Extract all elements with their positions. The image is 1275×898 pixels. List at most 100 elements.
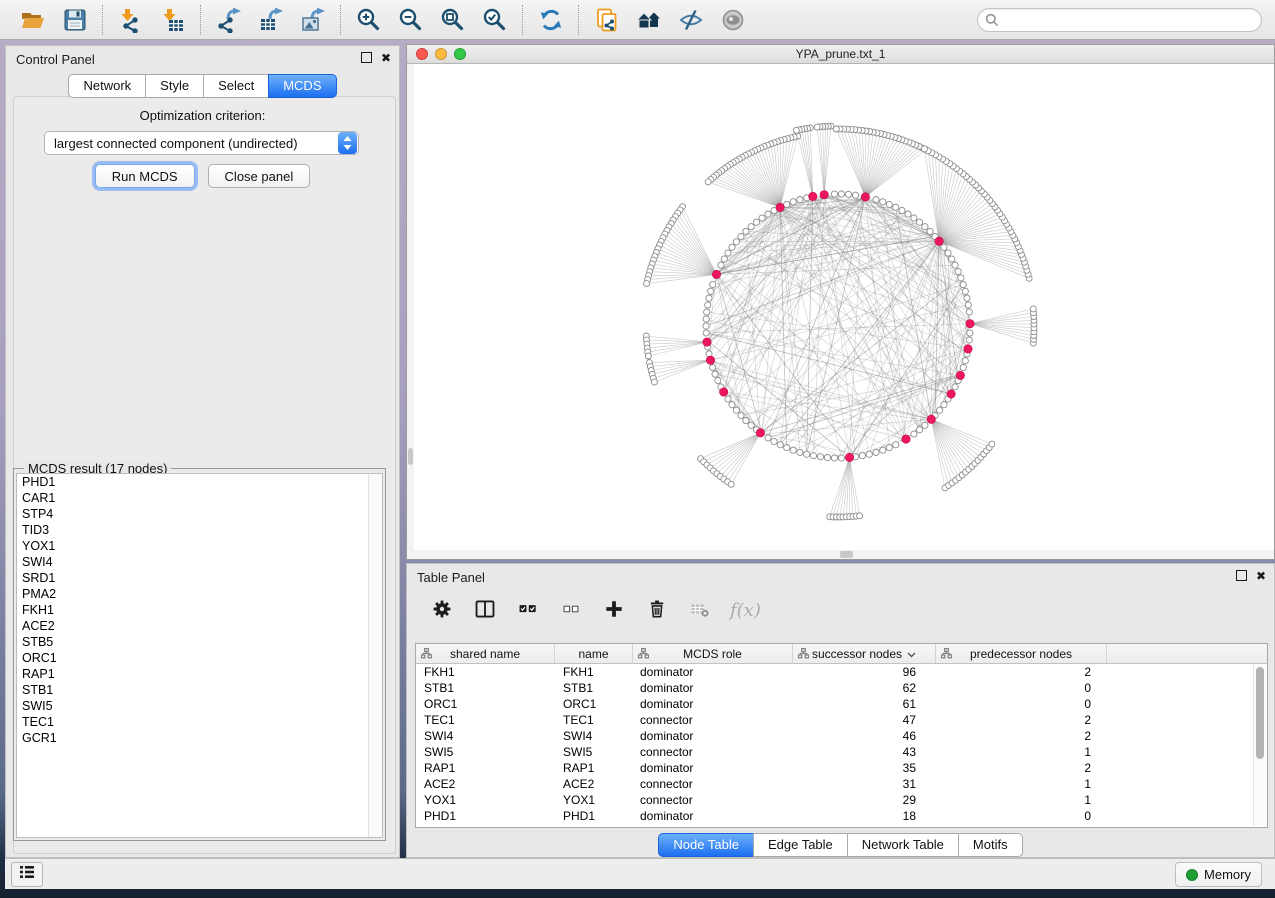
tab-motifs[interactable]: Motifs [958,833,1023,857]
network-node[interactable] [797,197,803,203]
network-node[interactable] [911,431,917,437]
network-node[interactable] [777,442,783,448]
network-node[interactable] [1030,306,1036,312]
mcds-hub-node[interactable] [845,453,853,461]
mcds-hub-node[interactable] [820,191,828,199]
zoom-out-button[interactable] [396,5,426,35]
table-row[interactable]: TEC1TEC1connector472 [416,712,1267,728]
network-node[interactable] [804,451,810,457]
network-node[interactable] [880,447,886,453]
network-node[interactable] [967,330,973,336]
network-node[interactable] [960,281,966,287]
table-row[interactable]: RAP1RAP1dominator352 [416,760,1267,776]
zoom-fit-button[interactable] [438,5,468,35]
network-node[interactable] [703,323,709,329]
network-node[interactable] [710,364,716,370]
network-node[interactable] [817,454,823,460]
network-node[interactable] [645,353,651,359]
network-node[interactable] [958,275,964,281]
network-node[interactable] [708,288,714,294]
network-node[interactable] [705,179,711,185]
network-node[interactable] [964,295,970,301]
network-node[interactable] [743,418,749,424]
eye-button[interactable] [718,5,748,35]
network-node[interactable] [916,427,922,433]
network-window-titlebar[interactable]: YPA_prune.txt_1 [407,45,1274,64]
network-node[interactable] [927,228,933,234]
columns-button[interactable] [472,597,498,623]
network-node[interactable] [765,211,771,217]
network-node[interactable] [886,201,892,207]
network-node[interactable] [941,402,947,408]
network-node[interactable] [845,191,851,197]
network-node[interactable] [710,281,716,287]
network-node[interactable] [949,256,955,262]
mcds-hub-node[interactable] [776,203,784,211]
network-node[interactable] [793,127,799,133]
network-node[interactable] [743,228,749,234]
open-file-button[interactable] [18,5,48,35]
column-header-MCDS-role[interactable]: MCDS role [633,644,793,663]
network-node[interactable] [729,402,735,408]
mcds-hub-node[interactable] [712,270,720,278]
mcds-hub-node[interactable] [966,320,974,328]
mcds-result-item[interactable]: SWI4 [17,554,382,570]
network-node[interactable] [916,219,922,225]
network-graph[interactable] [407,64,1274,559]
network-node[interactable] [962,288,968,294]
mcds-result-item[interactable]: YOX1 [17,538,382,554]
network-node[interactable] [738,412,744,418]
network-node[interactable] [962,358,968,364]
tab-network-table[interactable]: Network Table [847,833,959,857]
network-node[interactable] [966,337,972,343]
mcds-result-item[interactable]: RAP1 [17,666,382,682]
network-node[interactable] [728,481,734,487]
table-vertical-scrollbar[interactable] [1253,664,1266,826]
network-node[interactable] [965,302,971,308]
network-node[interactable] [880,199,886,205]
check-two-button[interactable] [515,597,541,623]
network-node[interactable] [748,224,754,230]
mcds-hub-node[interactable] [947,390,955,398]
mcds-hub-node[interactable] [927,415,935,423]
column-header-name[interactable]: name [555,644,633,663]
mcds-result-item[interactable]: FKH1 [17,602,382,618]
table-panel-close-button[interactable]: ✖ [1256,571,1266,581]
network-node[interactable] [721,256,727,262]
network-node[interactable] [859,453,865,459]
network-node[interactable] [838,191,844,197]
column-header-successor-nodes[interactable]: successor nodes [793,644,936,663]
network-node[interactable] [765,435,771,441]
network-node[interactable] [873,449,879,455]
network-node[interactable] [852,192,858,198]
gear-button[interactable] [429,597,455,623]
network-horizontal-scrollbar[interactable] [407,550,1274,559]
network-node[interactable] [857,513,863,519]
network-node[interactable] [937,407,943,413]
table-row[interactable]: STB1STB1dominator620 [416,680,1267,696]
tab-select[interactable]: Select [203,74,269,98]
network-node[interactable] [989,441,995,447]
refresh-layout-button[interactable] [536,5,566,35]
column-header-predecessor-nodes[interactable]: predecessor nodes [936,644,1107,663]
network-node[interactable] [893,442,899,448]
network-node[interactable] [833,126,839,132]
network-node[interactable] [814,124,820,130]
tab-edge-table[interactable]: Edge Table [753,833,848,857]
eye-slash-button[interactable] [676,5,706,35]
trash-button[interactable] [644,597,670,623]
mcds-hub-node[interactable] [964,345,972,353]
export-network-button[interactable] [214,5,244,35]
network-node[interactable] [952,384,958,390]
network-node[interactable] [952,262,958,268]
search-input[interactable] [977,8,1262,32]
network-node[interactable] [921,146,927,152]
table-row[interactable]: YOX1YOX1connector291 [416,792,1267,808]
mcds-hub-node[interactable] [935,237,943,245]
network-node[interactable] [941,244,947,250]
mcds-result-item[interactable]: ORC1 [17,650,382,666]
network-node[interactable] [712,371,718,377]
mcds-hub-node[interactable] [706,356,714,364]
tab-node-table[interactable]: Node Table [658,833,754,857]
network-node[interactable] [838,455,844,461]
